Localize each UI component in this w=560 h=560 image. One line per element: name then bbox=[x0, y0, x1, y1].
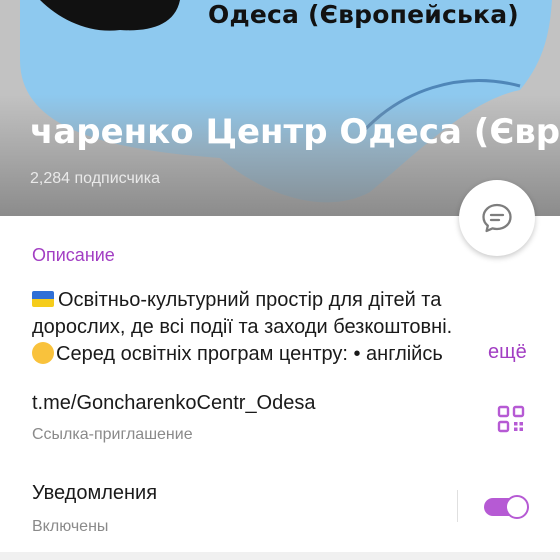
notifications-status: Включены bbox=[32, 518, 109, 535]
description-line: дорослих, де всі події та заходи безкошт… bbox=[32, 314, 532, 341]
notifications-title[interactable]: Уведомления bbox=[32, 482, 157, 505]
subscriber-count: 2,284 подписчика bbox=[30, 170, 160, 187]
qr-code-icon[interactable] bbox=[496, 404, 526, 434]
description-line: Освітньо-культурний простір для дітей та bbox=[32, 287, 532, 314]
avatar-banner-text: Одеса (Європейська) bbox=[208, 0, 519, 29]
divider bbox=[457, 490, 458, 522]
description-text-1: Освітньо-культурний простір для дітей та bbox=[58, 289, 442, 311]
bottom-separator bbox=[0, 552, 560, 560]
invite-link-label: Ссылка-приглашение bbox=[32, 426, 193, 443]
toggle-knob bbox=[505, 495, 529, 519]
description-text-2: дорослих, де всі події та заходи безкошт… bbox=[32, 316, 453, 338]
invite-link[interactable]: t.me/GoncharenkoCentr_Odesa bbox=[32, 392, 316, 415]
channel-title: чаренко Центр Одеса (Євр bbox=[30, 112, 560, 152]
hugging-face-icon bbox=[32, 342, 54, 364]
channel-description[interactable]: Освітньо-культурний простір для дітей та… bbox=[32, 287, 532, 368]
channel-header: Одеса (Європейська) чаренко Центр Одеса … bbox=[0, 0, 560, 216]
description-text-3: Серед освітніх програм центру: • англійс… bbox=[56, 343, 443, 365]
description-heading: Описание bbox=[32, 245, 115, 265]
message-bubble-icon bbox=[482, 203, 512, 233]
ukraine-flag-icon bbox=[32, 291, 54, 307]
description-line: Серед освітніх програм центру: • англійс… bbox=[32, 341, 532, 368]
notifications-toggle[interactable] bbox=[484, 495, 530, 519]
show-more-link[interactable]: ещё bbox=[484, 341, 548, 368]
message-button[interactable] bbox=[459, 180, 535, 256]
